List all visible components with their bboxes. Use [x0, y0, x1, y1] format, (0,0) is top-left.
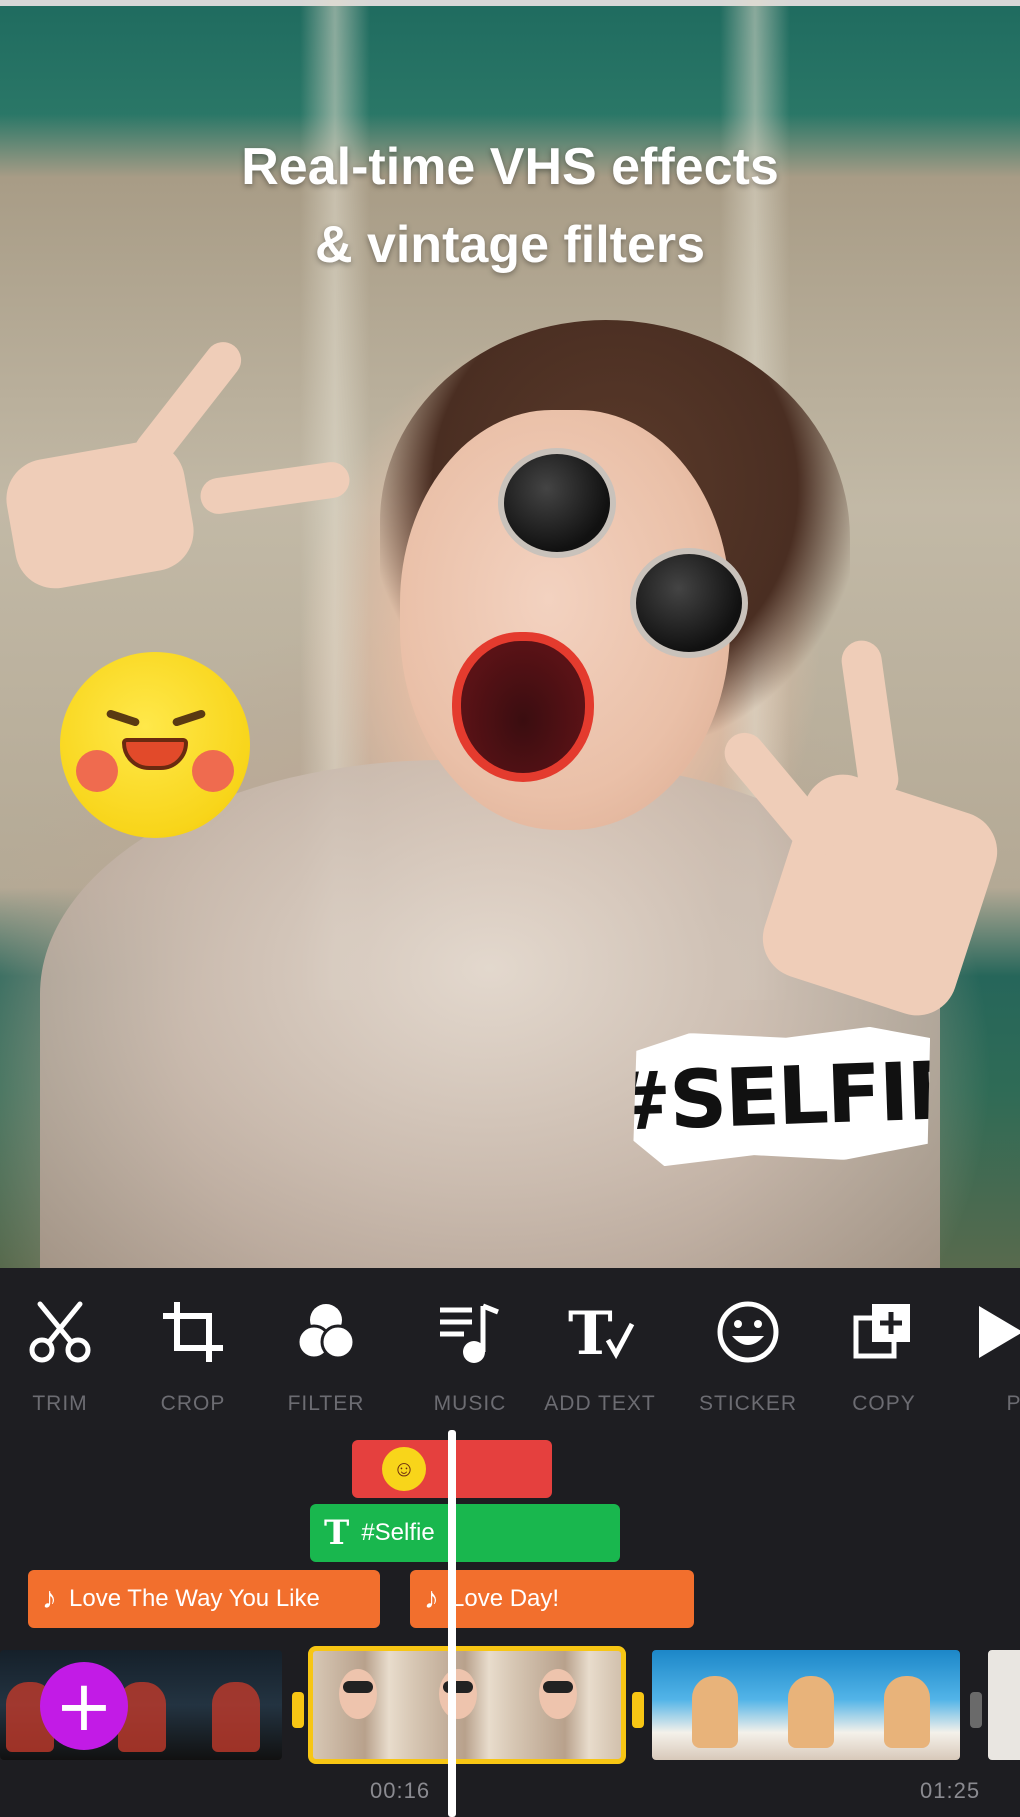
edit-toolbar: TRIM CROP FILTER MUSIC T ADD TEXT STICKE… [0, 1268, 1020, 1430]
sunglass-lens-left [498, 448, 616, 558]
clip-trim-handle-right[interactable] [632, 1692, 644, 1728]
video-clip[interactable] [652, 1650, 960, 1760]
scissors-icon [29, 1301, 91, 1363]
svg-text:T: T [568, 1299, 613, 1368]
tool-label: FILTER [287, 1392, 365, 1415]
tool-label: MUSIC [433, 1392, 507, 1415]
tool-music[interactable]: MUSIC [410, 1268, 530, 1430]
tool-label: TRIM [32, 1392, 88, 1415]
laughing-emoji-icon: ☺ [382, 1447, 426, 1491]
promo-headline: Real-time VHS effects & vintage filters [0, 128, 1020, 284]
current-time: 00:16 [370, 1778, 431, 1803]
tool-trim[interactable]: TRIM [0, 1268, 120, 1430]
clip-face [539, 1669, 577, 1719]
timeline[interactable]: ☺ T #Selfie ♪ Love The Way You Like ♪ Lo… [0, 1430, 1020, 1817]
clip-face [439, 1669, 477, 1719]
end-time: 01:25 [920, 1778, 981, 1803]
emoji-hand [192, 750, 234, 792]
emoji-eye [171, 708, 207, 728]
playhead[interactable] [448, 1430, 456, 1817]
clip-face [339, 1669, 377, 1719]
text-track[interactable]: T #Selfie [310, 1504, 620, 1562]
tool-label: ADD TEXT [544, 1392, 656, 1415]
laughing-emoji-icon[interactable] [60, 652, 250, 838]
photo-mouth [452, 632, 594, 782]
tool-crop[interactable]: CROP [133, 1268, 253, 1430]
clip-figure [884, 1676, 930, 1748]
tool-sticker[interactable]: STICKER [688, 1268, 808, 1430]
music-track-label: Love The Way You Like [69, 1585, 320, 1612]
photo-finger [127, 334, 249, 476]
emoji-eye [105, 708, 141, 728]
tool-label: STICKER [698, 1392, 797, 1415]
text-track-label: #Selfie [361, 1519, 435, 1546]
filter-icon [296, 1304, 356, 1360]
tool-label: COPY [852, 1392, 916, 1415]
sunglass-lens-right [630, 548, 748, 658]
emoji-hand [76, 750, 118, 792]
clip-figure [692, 1676, 738, 1748]
clip-sunglasses [343, 1681, 373, 1693]
promo-headline-line1: Real-time VHS effects [241, 138, 779, 196]
photo-hand-left [0, 435, 200, 595]
clip-trim-handle-left[interactable] [292, 1692, 304, 1728]
video-clip-selected[interactable] [308, 1646, 626, 1764]
music-track[interactable]: ♪ Love The Way You Like [28, 1570, 380, 1628]
text-icon: T [568, 1299, 635, 1368]
crop-icon [163, 1302, 223, 1362]
tool-filter[interactable]: FILTER [266, 1268, 386, 1430]
clip-sunglasses [543, 1681, 573, 1693]
tool-add-text[interactable]: T ADD TEXT [540, 1268, 660, 1430]
text-icon: T [324, 1513, 350, 1553]
music-track-label: Love Day! [451, 1585, 560, 1612]
emoji-mouth [122, 738, 188, 770]
video-clip[interactable] [988, 1650, 1020, 1760]
play-icon [979, 1306, 1020, 1358]
copy-icon [853, 1304, 910, 1359]
promo-headline-line2: & vintage filters [314, 216, 706, 274]
video-preview[interactable]: Real-time VHS effects & vintage filters … [0, 0, 1020, 1268]
tool-copy[interactable]: COPY [824, 1268, 944, 1430]
selfie-sticker[interactable]: #SELFIE [630, 1025, 934, 1167]
selfie-sticker-text: #SELFIE [602, 1043, 962, 1149]
clip-figure [212, 1682, 260, 1752]
tool-more[interactable]: P [968, 1268, 1020, 1430]
smiley-icon [717, 1301, 779, 1363]
preview-top-edge [0, 0, 1020, 6]
tool-label: P [1006, 1392, 1020, 1415]
music-icon [440, 1303, 499, 1363]
add-clip-button[interactable]: + [40, 1662, 128, 1750]
clip-figure [788, 1676, 834, 1748]
clip-divider-handle[interactable] [970, 1692, 982, 1728]
music-note-icon: ♪ [42, 1582, 57, 1615]
music-note-icon: ♪ [424, 1582, 439, 1615]
tool-label: CROP [160, 1392, 226, 1415]
